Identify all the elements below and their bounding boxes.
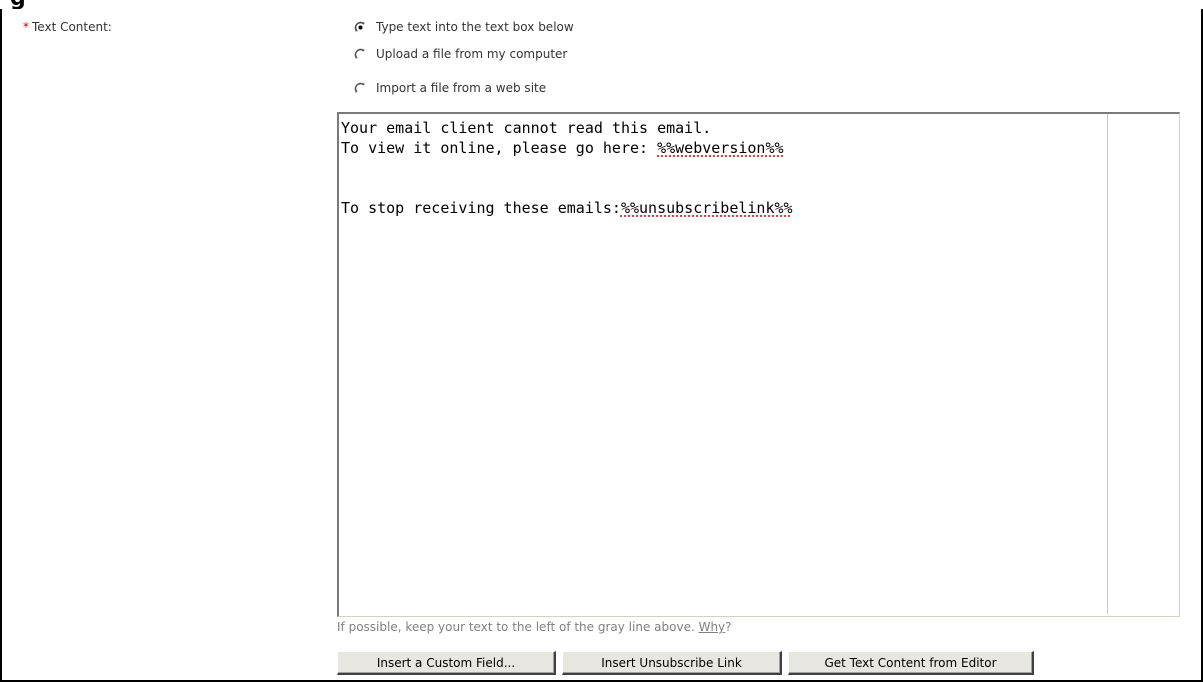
gray-guide-line (1107, 114, 1108, 614)
radio-option-upload-file[interactable]: Upload a file from my computer (354, 46, 567, 62)
get-text-content-button[interactable]: Get Text Content from Editor (788, 651, 1034, 675)
panel-top-edge: g (0, 0, 1203, 9)
editor-line-3-prefix: To stop receiving these emails: (341, 199, 621, 217)
editor-content[interactable]: Your email client cannot read this email… (341, 118, 1101, 218)
radio-unselected-icon[interactable] (354, 82, 367, 95)
radio-option-type-text[interactable]: Type text into the text box below (354, 19, 574, 35)
text-content-label: * Text Content: (23, 20, 112, 34)
why-link[interactable]: Why (699, 620, 726, 634)
hint-suffix: ? (725, 620, 732, 634)
radio-unselected-icon[interactable] (354, 48, 367, 61)
required-marker: * (23, 20, 29, 34)
radio-option-import-web[interactable]: Import a file from a web site (354, 80, 546, 96)
unsubscribe-tag: %%unsubscribelink%% (620, 199, 793, 217)
text-content-label-text: Text Content: (32, 20, 112, 34)
radio-label-import-web: Import a file from a web site (376, 81, 547, 95)
cropped-heading: g (10, 0, 26, 9)
insert-unsubscribe-link-button[interactable]: Insert Unsubscribe Link (562, 651, 782, 675)
webversion-tag: %%webversion%% (657, 139, 784, 157)
insert-custom-field-button[interactable]: Insert a Custom Field... (337, 651, 556, 675)
text-content-editor[interactable]: Your email client cannot read this email… (337, 112, 1180, 617)
radio-selected-icon[interactable] (354, 21, 367, 34)
hint-text: If possible, keep your text to the left … (337, 620, 699, 634)
editor-line-1: Your email client cannot read this email… (341, 119, 712, 137)
editor-line-2-prefix: To view it online, please go here: (341, 139, 658, 157)
radio-label-type-text: Type text into the text box below (376, 20, 574, 34)
radio-label-upload-file: Upload a file from my computer (376, 47, 568, 61)
line-width-hint: If possible, keep your text to the left … (337, 620, 732, 634)
